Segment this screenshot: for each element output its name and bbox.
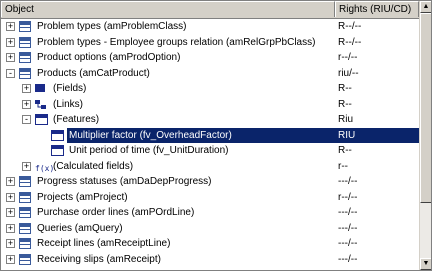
tree-row-label: Product options (amProdOption)	[37, 52, 181, 63]
scrollbar-thumb[interactable]	[420, 13, 431, 203]
table-icon	[19, 67, 31, 79]
table-icon	[19, 207, 31, 218]
expand-button[interactable]: +	[6, 192, 15, 202]
tree-rows: + Problem types (amProblemClass) R--/-- + Pr…	[1, 19, 421, 268]
tree-row-label: Receiving slips (amReceipt)	[37, 253, 161, 265]
tree-row[interactable]: + Problem types (amProblemClass) R--/--	[1, 19, 419, 35]
tree-row[interactable]: + Problem types - Employee groups relatio…	[1, 35, 419, 51]
rights-value: ---/--	[338, 176, 358, 187]
tree-row-label: Problem types - Employee groups relation…	[37, 36, 316, 48]
table-icon	[19, 21, 31, 32]
tree-row-label: Purchase order lines (amPOrdLine)	[37, 207, 195, 218]
table-icon	[19, 191, 31, 203]
rights-value: R--	[338, 145, 352, 156]
tree-row-label: Unit period of time (fv_UnitDuration)	[69, 145, 229, 156]
rights-value: r--	[338, 160, 348, 172]
scroll-down-button[interactable]: ▼	[420, 258, 431, 270]
rights-value: R--	[338, 98, 352, 110]
table-icon	[19, 36, 31, 48]
tree-row[interactable]: - (Features) Riu	[1, 112, 419, 128]
tree-row[interactable]: + f(x) (Calculated fields) r--	[1, 159, 419, 175]
rights-value: ---/--	[338, 207, 358, 218]
tree-row[interactable]: + (Fields) R--	[1, 81, 419, 97]
tree-row[interactable]: + Product options (amProdOption) r--/--	[1, 50, 419, 66]
collapse-button[interactable]: -	[22, 115, 31, 124]
expand-button[interactable]: +	[22, 99, 31, 109]
tree-row-label: Problem types (amProblemClass)	[37, 21, 187, 32]
calc-icon: f(x)	[35, 163, 55, 173]
rights-column-header[interactable]: Rights (RIU/CD)	[335, 1, 419, 17]
tree-row[interactable]: + Receiving slips (amReceipt) ---/--	[1, 252, 419, 268]
tree-row[interactable]: Multiplier factor (fv_OverheadFactor) RIU	[1, 127, 421, 144]
fields-icon	[35, 84, 45, 92]
tree-row-label: Receipt lines (amReceiptLine)	[37, 238, 171, 249]
feature-icon	[51, 129, 64, 141]
vertical-scrollbar[interactable]: ▲ ▼	[419, 1, 431, 270]
rights-value: ---/--	[338, 222, 358, 234]
tree-row[interactable]: + Progress statuses (amDaDepProgress) ---/…	[1, 174, 419, 190]
tree-row-label: (Links)	[53, 98, 84, 110]
expand-button[interactable]: +	[22, 161, 31, 171]
rights-value: ---/--	[338, 238, 358, 249]
object-column-header[interactable]: Object	[1, 1, 335, 17]
rights-value: ---/--	[338, 253, 358, 265]
tree-row-label: Projects (amProject)	[37, 191, 128, 203]
collapse-button[interactable]: -	[6, 68, 15, 78]
expand-button[interactable]: +	[6, 37, 15, 47]
tree-row[interactable]: Unit period of time (fv_UnitDuration) R--	[1, 143, 419, 159]
expand-button[interactable]: +	[6, 177, 15, 186]
tree-row-label: (Calculated fields)	[53, 160, 134, 172]
tree-row-label: Multiplier factor (fv_OverheadFactor)	[67, 127, 421, 143]
rights-value: R--/--	[338, 21, 362, 32]
rights-value: R--	[338, 83, 352, 94]
column-header: Object Rights (RIU/CD)	[1, 1, 419, 19]
tree-row[interactable]: + Purchase order lines (amPOrdLine) ---/--	[1, 205, 419, 221]
table-icon	[19, 253, 31, 265]
expand-button[interactable]: +	[6, 208, 15, 217]
tree-row-label: (Features)	[53, 114, 100, 125]
rights-value: R--/--	[338, 36, 362, 48]
tree-row[interactable]: - Products (amCatProduct) riu/--	[1, 66, 419, 82]
expand-button[interactable]: +	[6, 239, 15, 248]
table-icon	[19, 222, 31, 234]
rights-value: r--/--	[338, 52, 358, 63]
rights-value: RIU	[338, 129, 356, 141]
tree-row[interactable]: + (Links) R--	[1, 97, 419, 113]
rights-tree-view: Object Rights (RIU/CD) + Problem types (a…	[0, 0, 432, 271]
expand-button[interactable]: +	[22, 84, 31, 93]
rights-value: Riu	[338, 114, 354, 125]
tree-row-label: Queries (amQuery)	[37, 222, 123, 234]
tree-row-label: Products (amCatProduct)	[37, 67, 150, 79]
tree-row-label: (Fields)	[53, 83, 87, 94]
rights-value: r--/--	[338, 191, 358, 203]
expand-button[interactable]: +	[6, 223, 15, 233]
links-icon	[35, 99, 47, 110]
expand-button[interactable]: +	[6, 53, 15, 62]
expand-button[interactable]: +	[6, 254, 15, 264]
tree-row[interactable]: + Queries (amQuery) ---/--	[1, 221, 419, 237]
table-icon	[19, 176, 31, 187]
feature-icon	[51, 145, 64, 156]
tree-row[interactable]: + Projects (amProject) r--/--	[1, 190, 419, 206]
table-icon	[19, 238, 31, 249]
tree-row[interactable]: + Receipt lines (amReceiptLine) ---/--	[1, 236, 419, 252]
tree-row-label: Progress statuses (amDaDepProgress)	[37, 176, 212, 187]
scroll-up-button[interactable]: ▲	[420, 1, 431, 13]
rights-value: riu/--	[338, 67, 359, 79]
feature-icon	[35, 114, 48, 125]
table-icon	[19, 52, 31, 63]
expand-button[interactable]: +	[6, 22, 15, 31]
